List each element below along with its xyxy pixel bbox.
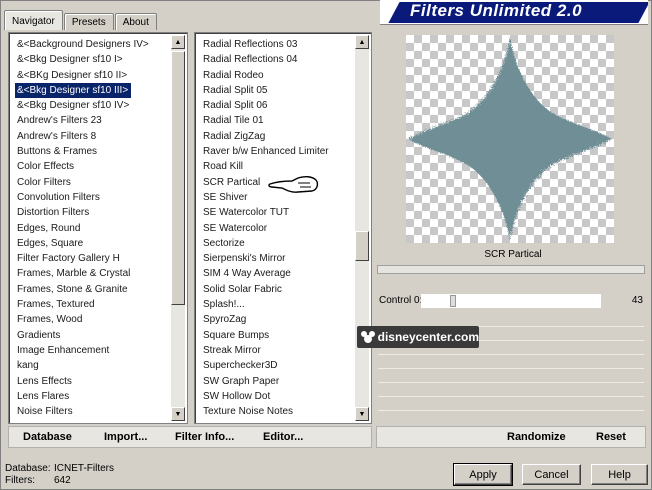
category-item[interactable]: &<Bkg Designer sf10 I> bbox=[15, 52, 169, 67]
filter-item[interactable]: SW Hollow Dot bbox=[201, 389, 353, 404]
app-banner: Filters Unlimited 2.0 bbox=[380, 0, 648, 25]
category-item[interactable]: Frames, Wood bbox=[15, 312, 169, 327]
category-scroll-thumb[interactable] bbox=[171, 51, 185, 305]
filters-label: Filters: bbox=[5, 475, 35, 486]
database-value: ICNET-Filters bbox=[54, 463, 114, 474]
filter-item[interactable]: SIM 4 Way Average bbox=[201, 266, 353, 281]
watermark-text: disneycenter.com bbox=[377, 330, 479, 344]
selected-filter-name: SCR Partical bbox=[484, 249, 542, 260]
filter-list[interactable]: Radial Reflections 03 Radial Reflections … bbox=[201, 37, 353, 419]
category-item[interactable]: Frames, Textured bbox=[15, 297, 169, 312]
tab-presets[interactable]: Presets bbox=[63, 13, 114, 30]
category-item[interactable]: Lens Effects bbox=[15, 374, 169, 389]
category-scrollbar[interactable]: ▲ ▼ bbox=[171, 35, 185, 421]
preview-shape bbox=[408, 37, 612, 241]
category-list-panel: &<Background Designers IV> &<Bkg Designer… bbox=[8, 32, 188, 424]
filter-scrollbar[interactable]: ▲ ▼ bbox=[355, 35, 369, 421]
filter-item[interactable]: Radial Reflections 03 bbox=[201, 37, 353, 52]
preview-button-bar: Randomize Reset bbox=[376, 426, 646, 448]
category-item[interactable]: Buttons & Frames bbox=[15, 144, 169, 159]
filter-item[interactable]: Radial Split 05 bbox=[201, 83, 353, 98]
category-item[interactable]: Frames, Marble & Crystal bbox=[15, 266, 169, 281]
category-item[interactable]: Filter Factory Gallery H bbox=[15, 251, 169, 266]
category-item[interactable]: Edges, Square bbox=[15, 236, 169, 251]
filter-item[interactable]: Sierpenski's Mirror bbox=[201, 251, 353, 266]
filter-item[interactable]: SpyroZag bbox=[201, 312, 353, 327]
category-item[interactable]: Distortion Filters bbox=[15, 205, 169, 220]
import-button[interactable]: Import... bbox=[104, 431, 147, 443]
category-item[interactable]: &<Bkg Designer sf10 III> bbox=[15, 82, 132, 99]
slider-thumb[interactable] bbox=[450, 295, 457, 307]
filter-item[interactable]: Radial Rodeo bbox=[201, 68, 353, 83]
filter-scroll-thumb[interactable] bbox=[355, 231, 369, 261]
category-item[interactable]: kang bbox=[15, 358, 169, 373]
database-label: Database: bbox=[5, 463, 51, 474]
category-item[interactable]: Image Enhancement bbox=[15, 343, 169, 358]
filter-item[interactable]: Radial Tile 01 bbox=[201, 113, 353, 128]
category-item[interactable]: Andrew's Filters 8 bbox=[15, 129, 169, 144]
filter-item[interactable]: Solid Solar Fabric bbox=[201, 282, 353, 297]
scroll-down-arrow-icon[interactable]: ▼ bbox=[171, 407, 185, 421]
help-button[interactable]: Help bbox=[591, 464, 648, 485]
filter-item[interactable]: SE Watercolor bbox=[201, 221, 353, 236]
category-item[interactable]: Lens Flares bbox=[15, 389, 169, 404]
filter-item[interactable]: Superchecker3D bbox=[201, 358, 353, 373]
category-item[interactable]: &<BKg Designer sf10 II> bbox=[15, 68, 169, 83]
pointing-hand-icon bbox=[268, 175, 319, 193]
filter-item[interactable]: Texture Noise Notes bbox=[201, 404, 353, 419]
apply-button[interactable]: Apply bbox=[453, 463, 513, 486]
scroll-down-arrow-icon[interactable]: ▼ bbox=[355, 407, 369, 421]
app-title: Filters Unlimited 2.0 bbox=[410, 1, 583, 20]
category-item[interactable]: Convolution Filters bbox=[15, 190, 169, 205]
filter-item[interactable]: Radial ZigZag bbox=[201, 129, 353, 144]
filter-item[interactable]: SW Graph Paper bbox=[201, 374, 353, 389]
tab-navigator[interactable]: Navigator bbox=[4, 10, 63, 30]
filter-item[interactable]: Raver b/w Enhanced Limiter bbox=[201, 144, 353, 159]
database-button[interactable]: Database bbox=[23, 431, 72, 443]
preview-divider bbox=[377, 265, 645, 274]
category-item[interactable]: Color Filters bbox=[15, 175, 169, 190]
editor-button[interactable]: Editor... bbox=[263, 431, 303, 443]
control-0-value: 43 bbox=[631, 295, 643, 306]
status-area: Database: ICNET-Filters Filters: 642 bbox=[5, 463, 114, 487]
filter-item[interactable]: Radial Split 06 bbox=[201, 98, 353, 113]
category-item[interactable]: Frames, Stone & Granite bbox=[15, 282, 169, 297]
category-item[interactable]: Color Effects bbox=[15, 159, 169, 174]
category-item[interactable]: Gradients bbox=[15, 328, 169, 343]
control-0-label: Control 0: bbox=[379, 295, 423, 306]
tab-strip: Navigator Presets About bbox=[4, 10, 158, 30]
category-item[interactable]: &<Background Designers IV> bbox=[15, 37, 169, 52]
filter-item[interactable]: SE Watercolor TUT bbox=[201, 205, 353, 220]
scroll-up-arrow-icon[interactable]: ▲ bbox=[355, 35, 369, 49]
filter-list-panel: Radial Reflections 03 Radial Reflections … bbox=[194, 32, 372, 424]
control-0-slider[interactable] bbox=[421, 294, 601, 308]
category-list[interactable]: &<Background Designers IV> &<Bkg Designer… bbox=[15, 37, 169, 419]
filters-count: 642 bbox=[54, 475, 71, 486]
filter-info-button[interactable]: Filter Info... bbox=[175, 431, 234, 443]
navigator-button-bar: Database Import... Filter Info... Editor… bbox=[8, 426, 372, 448]
filter-item[interactable]: Square Bumps bbox=[201, 328, 353, 343]
reset-button[interactable]: Reset bbox=[596, 431, 626, 443]
control-0-row: Control 0: 43 bbox=[377, 294, 647, 308]
category-item[interactable]: &<Bkg Designer sf10 IV> bbox=[15, 98, 169, 113]
filter-item[interactable]: Radial Reflections 04 bbox=[201, 52, 353, 67]
mickey-logo-icon bbox=[361, 330, 375, 344]
category-item[interactable]: Noise Filters bbox=[15, 404, 169, 419]
watermark: disneycenter.com bbox=[357, 326, 479, 348]
scroll-up-arrow-icon[interactable]: ▲ bbox=[171, 35, 185, 49]
filter-item[interactable]: Splash!... bbox=[201, 297, 353, 312]
tab-about[interactable]: About bbox=[114, 13, 157, 30]
filter-item[interactable]: Sectorize bbox=[201, 236, 353, 251]
cancel-button[interactable]: Cancel bbox=[522, 464, 581, 485]
filter-item[interactable]: Streak Mirror bbox=[201, 343, 353, 358]
category-item[interactable]: Edges, Round bbox=[15, 221, 169, 236]
category-item[interactable]: Andrew's Filters 23 bbox=[15, 113, 169, 128]
preview-image bbox=[406, 35, 614, 243]
randomize-button[interactable]: Randomize bbox=[507, 431, 566, 443]
